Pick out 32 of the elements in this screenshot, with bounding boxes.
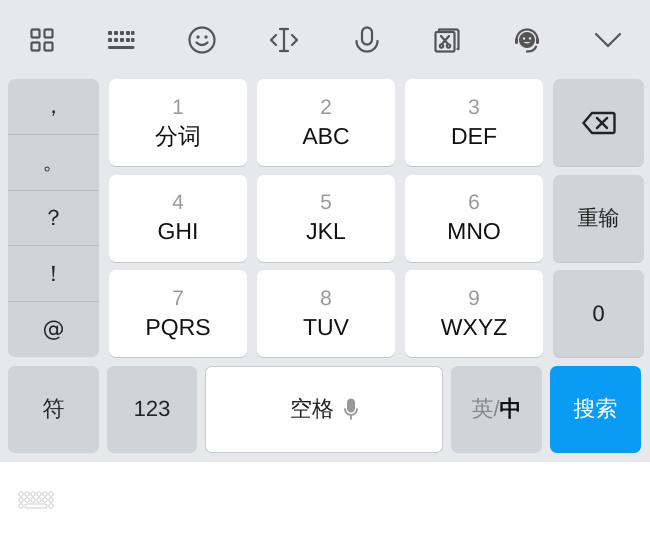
letter-key[interactable]: 1 分词 xyxy=(109,79,247,166)
letter-key[interactable]: 7 PQRS xyxy=(109,270,247,357)
letter-key[interactable]: 5 JKL xyxy=(257,174,395,262)
headset-face-icon[interactable] xyxy=(512,26,541,54)
letter-key[interactable]: 8 TUV xyxy=(257,270,395,357)
symbol-key[interactable]: 。 xyxy=(8,134,99,191)
microphone-icon xyxy=(344,398,358,420)
function-key[interactable]: 0 xyxy=(553,270,644,357)
symbol-key[interactable]: ， xyxy=(8,79,99,135)
space-key[interactable]: 空格 xyxy=(205,366,443,452)
letter-key[interactable]: 4 GHI xyxy=(109,174,247,262)
symbol-list[interactable]: ， 。 ？ ！ @ xyxy=(8,79,99,357)
symbol-key[interactable]: ！ xyxy=(8,246,99,302)
smiley-icon[interactable] xyxy=(188,26,216,54)
scissors-icon[interactable] xyxy=(434,26,460,52)
letter-key[interactable]: 6 MNO xyxy=(405,174,543,262)
letter-key[interactable]: 3 DEF xyxy=(405,79,543,166)
language-toggle-key[interactable]: 英/中 xyxy=(451,366,542,452)
backspace-icon xyxy=(582,110,616,134)
text-cursor-icon[interactable] xyxy=(269,26,300,52)
microphone-icon[interactable] xyxy=(352,26,381,54)
chevron-down-icon[interactable] xyxy=(594,32,622,48)
symbols-key[interactable]: 符 xyxy=(8,366,99,452)
grid-icon[interactable] xyxy=(30,28,54,52)
letter-key[interactable]: 9 WXYZ xyxy=(405,270,543,357)
symbol-key[interactable]: ？ xyxy=(8,190,99,246)
symbol-key[interactable]: @ xyxy=(8,302,99,357)
numbers-key[interactable]: 123 xyxy=(107,366,197,452)
function-key[interactable]: 重输 xyxy=(553,174,644,262)
keyboard-icon[interactable] xyxy=(107,30,136,50)
backspace-key[interactable] xyxy=(553,79,644,166)
letter-key[interactable]: 2 ABC xyxy=(257,79,395,166)
